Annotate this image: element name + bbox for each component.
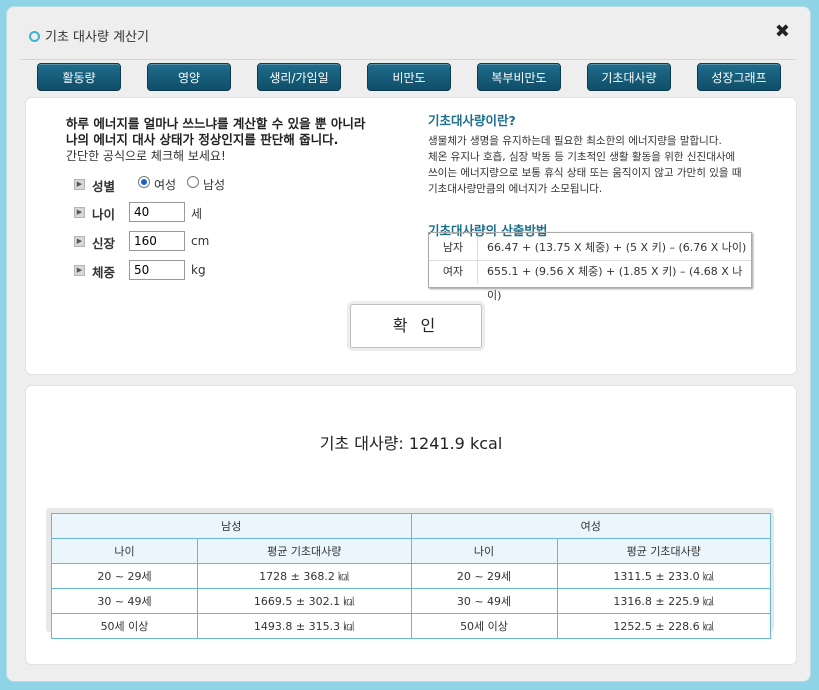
- male-value-cell: 1728 ± 368.2 ㎉: [197, 563, 412, 589]
- male-radio[interactable]: [187, 176, 199, 188]
- bullet-icon: ▶: [74, 265, 85, 276]
- info-line: 체온 유지나 호흡, 심장 박동 등 기초적인 생활 활동을 위한 신진대사에: [428, 151, 736, 163]
- input-panel: 하루 에너지를 얼마나 쓰느냐를 계산할 수 있을 뿐 아니라 나의 에너지 대…: [25, 97, 797, 375]
- tab-abdominal-obesity[interactable]: 복부비만도: [477, 63, 561, 91]
- info-line: 기초대사량만큼의 에너지가 소모됩니다.: [428, 183, 603, 195]
- tab-bar: 활동량 영양 생리/가임일 비만도 복부비만도 기초대사량 성장그래프: [37, 63, 787, 93]
- table-row: 30 ~ 49세 1669.5 ± 302.1 ㎉ 30 ~ 49세 1316.…: [51, 588, 771, 614]
- reference-table: 남성 여성 나이 평균 기초대사량 나이 평균 기초대사량 20 ~ 29세 1…: [51, 513, 771, 639]
- male-header: 남성: [51, 513, 412, 539]
- table-row: 50세 이상 1493.8 ± 315.3 ㎉ 50세 이상 1252.5 ± …: [51, 613, 771, 639]
- height-input[interactable]: [129, 231, 185, 251]
- age-label: 나이: [92, 207, 116, 222]
- age-cell: 20 ~ 29세: [410, 563, 558, 589]
- info-section: 기초대사량이란? 생물체가 생명을 유지하는데 필요한 최소한의 에너지량을 말…: [428, 110, 768, 238]
- age-cell: 30 ~ 49세: [410, 588, 558, 614]
- result-panel: 기초 대사량: 1241.9 kcal 남성 여성 나이 평균 기초대사량 나이…: [25, 385, 797, 665]
- tab-activity[interactable]: 활동량: [37, 63, 121, 91]
- weight-input[interactable]: [129, 260, 185, 280]
- intro-line-1: 하루 에너지를 얼마나 쓰느냐를 계산할 수 있을 뿐 아니라: [66, 116, 366, 131]
- tab-growth-graph[interactable]: 성장그래프: [697, 63, 781, 91]
- col-age-male: 나이: [51, 538, 198, 564]
- calculator-window: 기초 대사량 계산기 ✖ 활동량 영양 생리/가임일 비만도 복부비만도 기초대…: [6, 6, 811, 682]
- male-radio-label[interactable]: 남성: [203, 176, 225, 193]
- result-text: 기초 대사량: 1241.9 kcal: [319, 434, 503, 453]
- formula-box: 남자 66.47 + (13.75 X 체중) + (5 X 키) – (6.7…: [428, 232, 752, 302]
- bullet-icon: ▶: [74, 179, 85, 190]
- female-value-cell: 1311.5 ± 233.0 ㎉: [556, 563, 771, 589]
- formula-female-text: 655.1 + (9.56 X 체중) + (1.85 X 키) – (4.68…: [487, 265, 743, 302]
- tab-menstrual-fertility[interactable]: 생리/가임일: [257, 63, 341, 91]
- formula-row-male: 남자 66.47 + (13.75 X 체중) + (5 X 키) – (6.7…: [429, 236, 751, 261]
- weight-label: 체중: [92, 265, 116, 280]
- male-value-cell: 1669.5 ± 302.1 ㎉: [197, 588, 412, 614]
- info-line: 쓰이는 에너지량으로 보통 휴식 상태 또는 움직이지 않고 가만히 있을 때: [428, 167, 742, 179]
- female-radio[interactable]: [138, 176, 150, 188]
- bullet-icon: ▶: [74, 207, 85, 218]
- intro-text: 하루 에너지를 얼마나 쓰느냐를 계산할 수 있을 뿐 아니라 나의 에너지 대…: [66, 116, 426, 164]
- tab-basal-metabolism[interactable]: 기초대사량: [587, 63, 671, 91]
- bullet-icon: ▶: [74, 236, 85, 247]
- col-age-female: 나이: [410, 538, 558, 564]
- table-row: 20 ~ 29세 1728 ± 368.2 ㎉ 20 ~ 29세 1311.5 …: [51, 563, 771, 589]
- title-circle-icon: [29, 31, 40, 42]
- age-row: ▶ 나이 세: [74, 202, 274, 224]
- col-avg-male: 평균 기초대사량: [197, 538, 412, 564]
- formula-male-label: 남자: [429, 236, 478, 260]
- height-row: ▶ 신장 cm: [74, 231, 274, 253]
- tab-obesity[interactable]: 비만도: [367, 63, 451, 91]
- formula-female-label: 여자: [429, 260, 478, 284]
- age-cell: 50세 이상: [51, 613, 198, 639]
- female-radio-label[interactable]: 여성: [154, 176, 176, 193]
- formula-row-female: 여자 655.1 + (9.56 X 체중) + (1.85 X 키) – (4…: [429, 260, 751, 302]
- intro-line-2: 나의 에너지 대사 상태가 정상인지를 판단해 줍니다.: [66, 132, 339, 147]
- female-value-cell: 1252.5 ± 228.6 ㎉: [556, 613, 771, 639]
- age-unit: 세: [191, 207, 203, 221]
- intro-line-3: 간단한 공식으로 체크해 보세요!: [66, 149, 226, 163]
- close-button[interactable]: ✖: [775, 21, 790, 42]
- reference-table-container: 남성 여성 나이 평균 기초대사량 나이 평균 기초대사량 20 ~ 29세 1…: [46, 508, 774, 639]
- window-title: 기초 대사량 계산기: [45, 30, 149, 45]
- weight-row: ▶ 체중 kg: [74, 260, 274, 282]
- formula-male-text: 66.47 + (13.75 X 체중) + (5 X 키) – (6.76 X…: [487, 241, 747, 254]
- height-label: 신장: [92, 236, 116, 251]
- age-input[interactable]: [129, 202, 185, 222]
- col-avg-female: 평균 기초대사량: [556, 538, 771, 564]
- info-heading: 기초대사량이란?: [428, 113, 516, 128]
- gender-label: 성별: [92, 179, 116, 194]
- age-cell: 20 ~ 29세: [51, 563, 198, 589]
- male-value-cell: 1493.8 ± 315.3 ㎉: [197, 613, 412, 639]
- info-line: 생물체가 생명을 유지하는데 필요한 최소한의 에너지량을 말합니다.: [428, 135, 722, 147]
- info-description: 생물체가 생명을 유지하는데 필요한 최소한의 에너지량을 말합니다. 체온 유…: [428, 133, 768, 197]
- age-cell: 50세 이상: [410, 613, 558, 639]
- age-cell: 30 ~ 49세: [51, 588, 198, 614]
- tab-nutrition[interactable]: 영양: [147, 63, 231, 91]
- confirm-button[interactable]: 확 인: [350, 304, 482, 348]
- female-value-cell: 1316.8 ± 225.9 ㎉: [556, 588, 771, 614]
- title-bar: 기초 대사량 계산기 ✖: [21, 17, 796, 60]
- weight-unit: kg: [191, 263, 206, 277]
- height-unit: cm: [191, 234, 210, 248]
- gender-row: ▶ 성별 여성 남성: [74, 174, 274, 196]
- female-header: 여성: [410, 513, 771, 539]
